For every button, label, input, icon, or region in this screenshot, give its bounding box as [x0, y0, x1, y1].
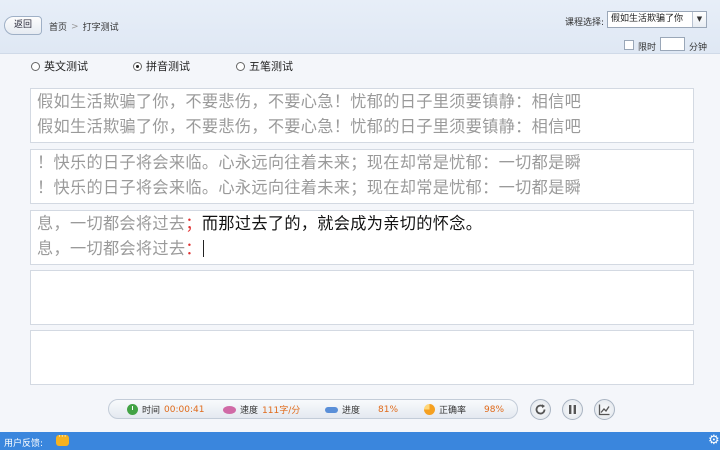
mode-english-label: 英文测试: [44, 60, 88, 73]
source-line: 假如生活欺骗了你，不要悲伤，不要心急！忧郁的日子里须要镇静：相信吧: [37, 92, 582, 111]
breadcrumb: 首页 > 打字测试: [49, 20, 119, 34]
back-button[interactable]: 返回: [4, 16, 42, 35]
clock-icon: [127, 404, 138, 415]
text-caret: [202, 240, 204, 257]
chat-icon[interactable]: [56, 432, 69, 446]
chevron-down-icon[interactable]: ▼: [692, 12, 706, 27]
mode-pinyin-label: 拼音测试: [146, 60, 190, 73]
source-error: ；: [185, 214, 202, 233]
mode-english[interactable]: 英文测试: [31, 58, 88, 74]
typed-line: ！快乐的日子将会来临。心永远向往着未来；现在却常是忧郁：一切都是瞬: [37, 178, 582, 197]
time-limit-input[interactable]: [660, 37, 685, 51]
typed-line: 假如生活欺骗了你，不要悲伤，不要心急！忧郁的日子里须要镇静：相信吧: [37, 117, 582, 136]
source-pending: 而那过去了的，就会成为亲切的怀念。: [201, 214, 483, 233]
gear-icon[interactable]: ⚙: [708, 434, 720, 447]
radio-wubi[interactable]: [236, 61, 245, 71]
accuracy-label: 正确率: [439, 406, 467, 416]
pie-chart-icon: [424, 404, 435, 415]
speed-value: 111字/分: [262, 406, 301, 416]
radio-pinyin[interactable]: [133, 61, 142, 71]
typing-panel-3[interactable]: 息，一切都会将过去；而那过去了的，就会成为亲切的怀念。 息，一切都会将过去：: [30, 210, 694, 265]
typing-panel-2: ！快乐的日子将会来临。心永远向往着未来；现在却常是忧郁：一切都是瞬 ！快乐的日子…: [30, 149, 694, 204]
speed-label: 速度: [240, 406, 259, 416]
minute-label: 分钟: [689, 43, 708, 53]
typing-panel-5: [30, 330, 694, 385]
breadcrumb-current: 打字测试: [82, 23, 119, 33]
progress-icon: [325, 406, 338, 413]
course-select-value: 假如生活欺骗了你: [611, 14, 684, 24]
feedback-label: 用户反馈:: [4, 439, 44, 449]
statistics-button[interactable]: [594, 399, 615, 420]
time-limit-label: 限时: [638, 43, 657, 53]
radio-english[interactable]: [31, 61, 40, 71]
stat-accuracy: 正确率 98%: [424, 403, 504, 416]
progress-value: 81%: [378, 404, 399, 415]
mode-wubi[interactable]: 五笔测试: [236, 58, 293, 74]
course-select[interactable]: 假如生活欺骗了你 ▼: [607, 11, 707, 28]
breadcrumb-home[interactable]: 首页: [49, 20, 67, 33]
time-value: 00:00:41: [164, 404, 205, 415]
header-bar: 返回 首页 > 打字测试 课程选择: 假如生活欺骗了你 ▼ 限时 分钟: [0, 0, 720, 54]
time-limit-checkbox[interactable]: [624, 40, 634, 50]
speed-icon: [223, 405, 236, 414]
mode-pinyin[interactable]: 拼音测试: [133, 58, 190, 74]
course-label: 课程选择:: [565, 18, 605, 28]
source-line: ！快乐的日子将会来临。心永远向往着未来；现在却常是忧郁：一切都是瞬: [37, 153, 582, 172]
stat-time: 时间 00:00:41: [127, 403, 204, 416]
time-label: 时间: [142, 406, 161, 416]
restart-icon: [535, 404, 546, 415]
stat-progress: 进度 81%: [325, 403, 398, 416]
line-chart-icon: [598, 404, 610, 416]
source-line: 息，一切都会将过去；而那过去了的，就会成为亲切的怀念。: [37, 211, 693, 236]
pause-button[interactable]: [562, 399, 583, 420]
status-bar: 时间 00:00:41 速度 111字/分 进度 81% 正确率 98%: [108, 399, 518, 419]
restart-button[interactable]: [530, 399, 551, 420]
typing-panel-1: 假如生活欺骗了你，不要悲伤，不要心急！忧郁的日子里须要镇静：相信吧 假如生活欺骗…: [30, 88, 694, 143]
mode-wubi-label: 五笔测试: [249, 60, 293, 73]
breadcrumb-separator: >: [71, 21, 79, 32]
typed-ok: 息，一切都会将过去: [37, 239, 186, 258]
typed-error: ：: [185, 239, 202, 258]
stat-speed: 速度 111字/分: [223, 403, 300, 416]
progress-label: 进度: [342, 406, 361, 416]
source-done: 息，一切都会将过去: [37, 214, 186, 233]
typing-panel-4: [30, 270, 694, 325]
pause-icon: [569, 405, 576, 414]
footer-bar: 用户反馈: ⚙: [0, 432, 720, 450]
typed-line[interactable]: 息，一切都会将过去：: [37, 236, 693, 261]
accuracy-value: 98%: [484, 404, 505, 415]
